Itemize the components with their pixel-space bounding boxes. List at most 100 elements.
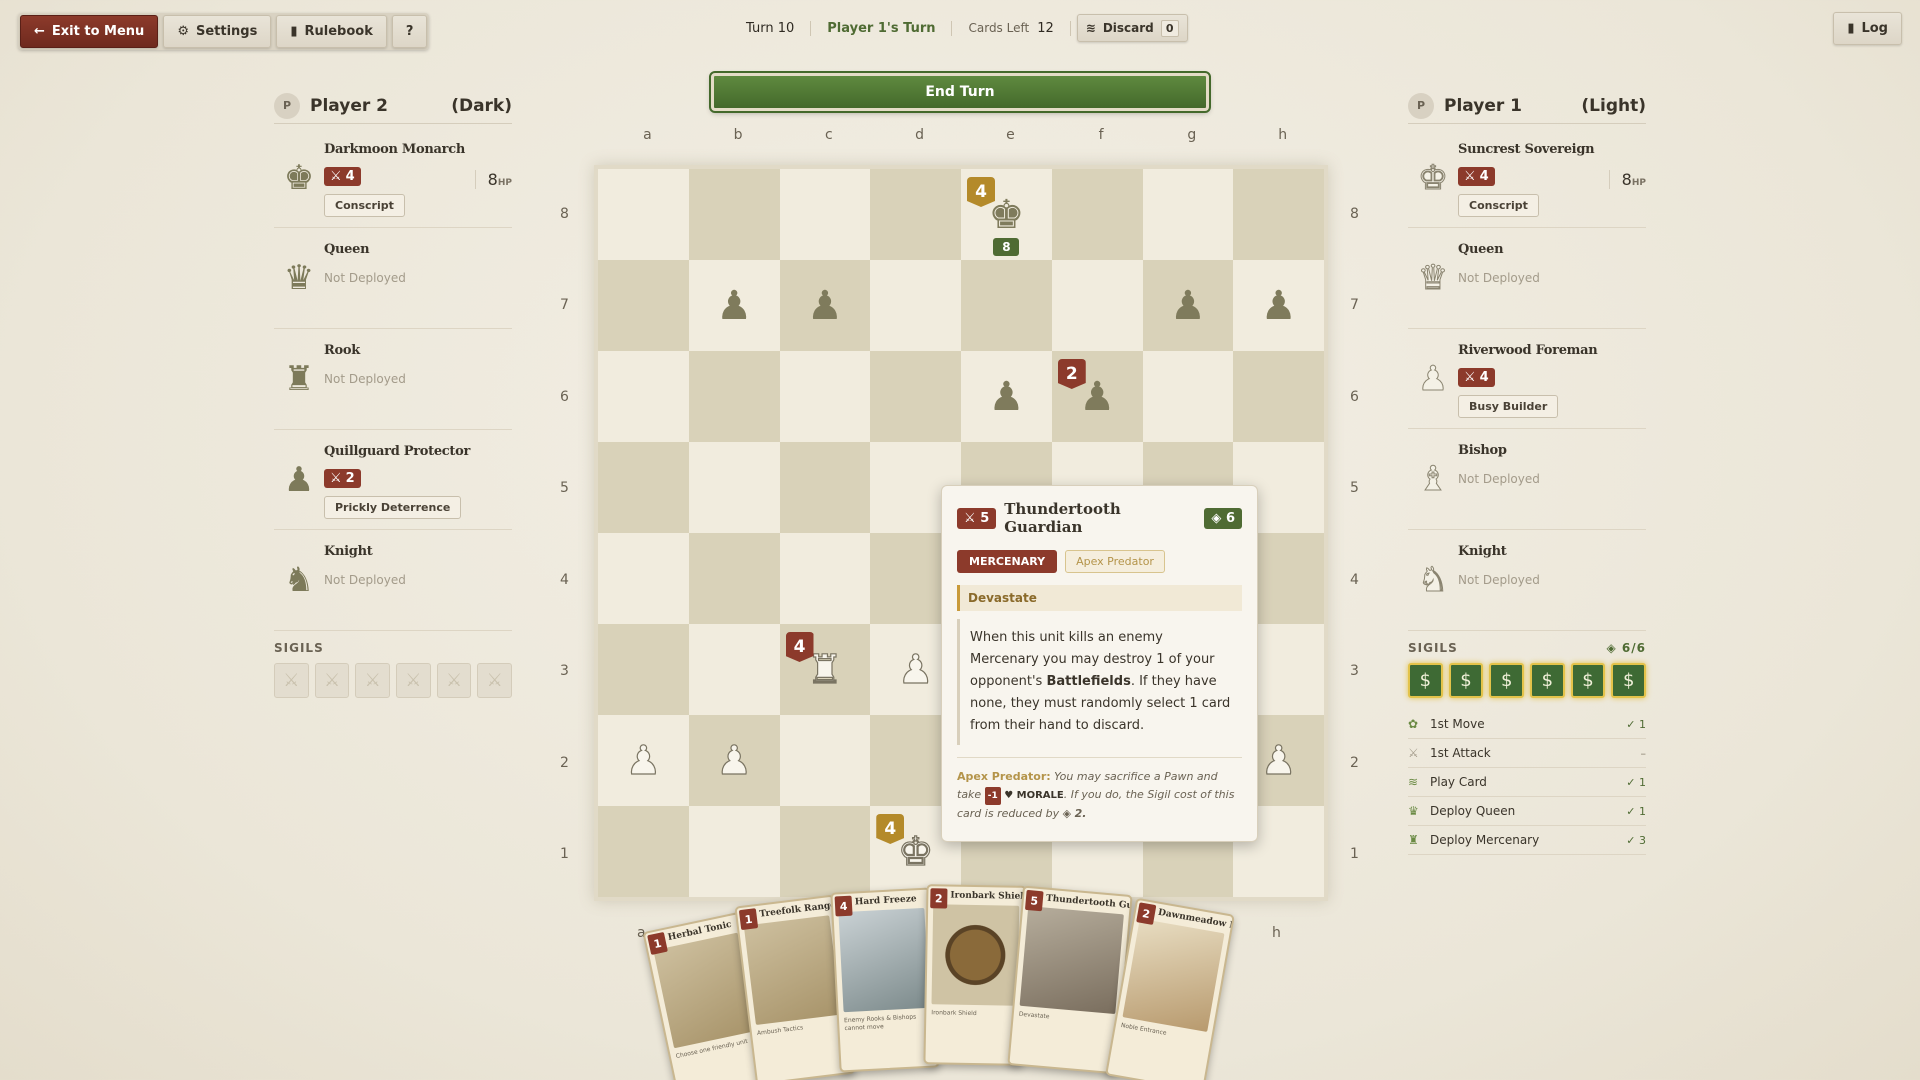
square-f6[interactable]: 2 ♟ [1051,351,1143,442]
square-d8[interactable] [870,169,961,260]
rank-labels-left: 8 7 6 5 4 3 2 1 [560,168,569,900]
sigils-count: ◈ 6/6 [1606,641,1646,655]
rank-label: 3 [1350,663,1359,680]
dark-pawn-piece[interactable]: ♟ [716,286,752,326]
square-a2[interactable]: ♟ [598,715,689,806]
current-player-indicator: Player 1's Turn [811,20,953,36]
pawn-piece-icon: ♟ [283,459,315,500]
square-h7[interactable]: ♟ [1233,260,1324,351]
sigil-full-icon: $ [1611,663,1647,698]
ability-tag[interactable]: Conscript [324,194,405,217]
light-pawn-piece[interactable]: ♟ [716,740,753,781]
action-row: ≋ Play Card ✓ 1 [1408,768,1646,797]
help-button[interactable]: ? [391,15,428,48]
square-b5[interactable] [688,442,780,533]
square-g8[interactable] [1142,169,1234,260]
rulebook-button[interactable]: ▮ Rulebook [276,15,387,48]
ability-tag[interactable]: Conscript [1458,194,1539,217]
square-b7[interactable]: ♟ [688,260,780,351]
attack-value: 2 [345,471,355,486]
square-c3[interactable]: 4 ♜ [779,624,871,715]
unit-row-king[interactable]: ♚ Suncrest Sovereign ⚔ 4 Conscript 8HP [1408,128,1646,228]
square-a6[interactable] [598,351,689,442]
action-cost: ✓ 1 [1626,775,1646,789]
tooltip-attack: ⚔ 5 [957,507,997,529]
discard-pile-button[interactable]: ≋ Discard 0 [1076,14,1188,42]
square-c8[interactable] [779,169,871,260]
square-c5[interactable] [779,442,871,533]
light-pawn-piece[interactable]: ♟ [897,649,934,690]
card-cost: 4 [834,895,853,917]
unit-info: Bishop Not Deployed [1458,437,1646,521]
square-b8[interactable] [688,169,780,260]
attack-value: 4 [1479,169,1489,184]
end-turn-button[interactable]: End Turn [709,71,1211,113]
unit-row-queen[interactable]: ♛ Queen Not Deployed [1408,228,1646,329]
square-c4[interactable] [779,533,871,624]
square-d6[interactable] [870,351,961,442]
log-button[interactable]: ▮ Log [1833,12,1902,45]
sword-icon: ⚔ [964,510,976,526]
unit-status: Not Deployed [324,573,406,587]
unit-row-mercenary[interactable]: ♟ Quillguard Protector ⚔ 2 Prickly Deterr… [274,430,512,530]
square-b3[interactable] [688,624,780,715]
square-h6[interactable] [1233,351,1324,442]
square-g7[interactable]: ♟ [1142,260,1234,351]
light-pawn-piece[interactable]: ♟ [1260,740,1297,781]
square-b6[interactable] [688,351,780,442]
action-row: ♜ Deploy Mercenary ✓ 3 [1408,826,1646,855]
morale-penalty-badge: -1 [984,787,1001,805]
square-c6[interactable] [779,351,871,442]
unit-row-knight[interactable]: ♞ Knight Not Deployed [1408,530,1646,631]
square-f7[interactable] [1051,260,1143,351]
square-b2[interactable]: ♟ [688,715,780,806]
square-b4[interactable] [688,533,780,624]
square-c2[interactable] [779,715,871,806]
ability-tag[interactable]: Prickly Deterrence [324,496,462,519]
player1-header: P Player 1 (Light) [1408,92,1646,124]
unit-name: Bishop [1458,443,1507,458]
rank-label: 2 [560,754,569,771]
sword-icon: ⚔ [1464,370,1476,385]
unit-name: Riverwood Foreman [1458,343,1598,358]
square-e7[interactable] [961,260,1052,351]
player1-panel: P Player 1 (Light) ♚ Suncrest Sovereign … [1408,92,1647,855]
action-row: ♛ Deploy Queen ✓ 1 [1408,797,1646,826]
square-e8[interactable]: 4 ♚ 8 [961,169,1052,260]
square-c7[interactable]: ♟ [779,260,871,351]
help-icon: ? [405,24,414,39]
dark-pawn-piece[interactable]: ♟ [1170,286,1206,326]
paw-icon: ✿ [1408,717,1419,731]
square-h8[interactable] [1233,169,1324,260]
square-g6[interactable] [1142,351,1234,442]
rank-label: 6 [1350,388,1359,405]
unit-row-knight[interactable]: ♞ Knight Not Deployed [274,530,512,631]
unit-row-rook[interactable]: ♜ Rook Not Deployed [274,329,512,430]
square-a5[interactable] [598,442,689,533]
exit-to-menu-button[interactable]: ← Exit to Menu [20,15,159,48]
rank-label: 1 [560,846,569,863]
square-f8[interactable] [1051,169,1143,260]
square-a7[interactable] [598,260,689,351]
rank-label: 7 [1350,297,1359,314]
square-a4[interactable] [598,533,689,624]
square-a8[interactable] [598,169,689,260]
sigil-empty-icon: ⚔ [436,663,472,698]
sigil-empty-icon: ⚔ [314,663,350,698]
unit-row-queen[interactable]: ♛ Queen Not Deployed [274,228,512,329]
square-e6[interactable]: ♟ [961,351,1052,442]
unit-row-king[interactable]: ♚ Darkmoon Monarch ⚔ 4 Conscript 8HP [274,128,512,228]
dark-pawn-piece[interactable]: ♟ [988,377,1024,417]
dark-pawn-piece[interactable]: ♟ [1261,286,1297,326]
hp-unit: HP [1631,178,1646,188]
ability-tag[interactable]: Busy Builder [1458,395,1559,418]
unit-row-bishop[interactable]: ♝ Bishop Not Deployed [1408,429,1646,530]
dark-pawn-piece[interactable]: ♟ [807,286,843,326]
square-a3[interactable] [598,624,689,715]
square-d7[interactable] [870,260,961,351]
light-pawn-piece[interactable]: ♟ [625,740,662,781]
settings-button[interactable]: ⚙ Settings [163,15,272,48]
unit-info: Queen Not Deployed [1458,236,1646,320]
unit-row-mercenary[interactable]: ♟ Riverwood Foreman ⚔ 4 Busy Builder [1408,329,1646,429]
attack-badge: ⚔ 4 [1458,368,1495,387]
